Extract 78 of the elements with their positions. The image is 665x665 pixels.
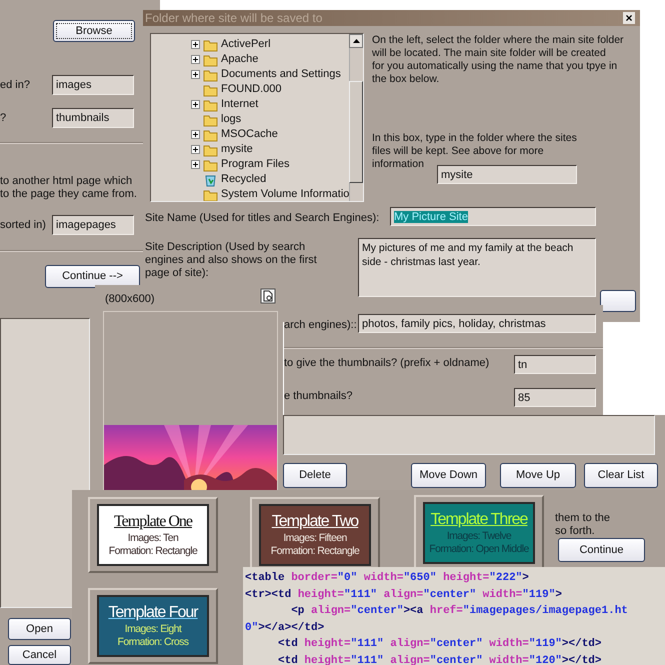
folder-icon — [203, 142, 218, 156]
folder-icon — [203, 82, 218, 96]
tree-item[interactable]: Internet — [191, 97, 258, 112]
template-title: Template Four — [107, 603, 200, 623]
code-line: <table border="0" width="650" height="222"> — [245, 571, 530, 586]
cancel-button[interactable]: Cancel — [8, 645, 71, 665]
file-list[interactable] — [283, 415, 655, 455]
list-button[interactable]: Clear List — [584, 463, 658, 488]
field-label: sorted in) — [0, 219, 46, 232]
text-area[interactable]: My pictures of me and my family at the beach side - christmas last year. — [358, 238, 596, 297]
template-info: Images: Eight — [124, 623, 183, 636]
folder-icon — [203, 128, 218, 142]
template-card[interactable]: Template Two Images: Fifteen Formation: Rectangle — [259, 504, 371, 566]
field-label: arch engines):: — [284, 319, 357, 332]
template-info: Images: Twelve — [446, 530, 512, 543]
tree-item[interactable]: Documents and Settings — [191, 67, 341, 82]
continue-button[interactable]: Continue — [558, 538, 645, 562]
description-text: them to the so forth. — [555, 512, 610, 538]
template-info: Formation: Rectangle — [108, 545, 198, 558]
code-line: <td height="111" align="center" width="119"></td> — [277, 637, 603, 652]
input-field[interactable]: 85 — [514, 388, 596, 407]
input-field[interactable]: photos, family pics, holiday, christmas — [358, 314, 596, 333]
tree-item[interactable]: FOUND.000 — [191, 82, 282, 97]
field-label: to give the thumbnails? (prefix + oldname) — [284, 357, 490, 370]
code-line: <p align="center"><a href="imagepages/imagepage1.ht — [290, 604, 629, 619]
template-info: Images: Ten — [126, 532, 180, 545]
template-title: Template One — [113, 512, 194, 532]
tree-item[interactable]: Program Files — [191, 157, 290, 172]
open-button[interactable]: Open — [8, 618, 71, 640]
description-text: to another html page which to the page they came from. — [0, 175, 137, 201]
input-field[interactable]: tn — [514, 355, 596, 374]
button[interactable] — [600, 290, 636, 312]
input-field[interactable]: imagepages — [52, 215, 134, 235]
template-title: Template Two — [270, 512, 360, 532]
field-label: Site Description (Used by search engines and also shows on the first page of site): — [145, 241, 317, 280]
code-line: <td height="111" align="center" width="120"></td> — [277, 654, 603, 665]
recycle-bin-icon — [203, 172, 218, 186]
close-button[interactable]: × — [623, 12, 635, 24]
help-text: On the left, select the folder where the main site folder will be located. The main site folder will be created for you automatically using the name that you tpye in the box below. — [372, 34, 624, 86]
tree-item[interactable]: Recycled — [191, 172, 266, 187]
tree-item[interactable]: logs — [191, 112, 242, 127]
list-button[interactable]: Delete — [283, 463, 347, 488]
list-button[interactable]: Move Up — [500, 463, 576, 488]
template-info: Images: Fifteen — [282, 532, 348, 545]
field-label: ? — [0, 112, 6, 125]
folder-icon — [203, 52, 218, 66]
tree-item[interactable]: mysite — [191, 142, 253, 157]
template-info: Formation: Rectangle — [270, 545, 360, 558]
field-label: Site Name (Used for titles and Search Engines): — [145, 212, 380, 225]
continue-button[interactable]: Continue --> — [45, 265, 140, 288]
template-info: Formation: Cross — [116, 636, 190, 649]
folder-icon — [203, 112, 218, 126]
tree-item[interactable]: MSOCache — [191, 127, 278, 142]
input-field[interactable]: thumbnails — [52, 108, 134, 128]
code-line: 0"></a></td> — [245, 620, 326, 636]
list-button[interactable]: Move Down — [411, 463, 486, 488]
input-field[interactable]: mysite — [437, 165, 577, 184]
tree-item[interactable]: Apache — [191, 52, 258, 67]
template-card[interactable]: Template Four Images: Eight Formation: Cross — [97, 595, 209, 657]
tree-item[interactable]: System Volume Informatio — [191, 187, 350, 201]
folder-icon — [203, 68, 218, 82]
folder-icon — [203, 188, 218, 201]
browse-button[interactable]: Browse — [53, 20, 135, 42]
folder-icon — [203, 158, 218, 172]
image-size-text: (800x600) — [105, 293, 155, 306]
preview-icon — [260, 288, 276, 304]
field-label: e thumbnails? — [284, 390, 352, 403]
field-label: ed in? — [0, 79, 30, 92]
code-line: <tr><td height="111" align="center" width="119"> — [245, 588, 563, 602]
template-title: Template Three — [430, 510, 529, 530]
folder-icon — [203, 98, 218, 112]
folder-icon — [203, 38, 218, 52]
input-field[interactable]: images — [52, 75, 134, 95]
template-info: Formation: Open Middle — [428, 543, 530, 556]
tree-item[interactable]: ActivePerl — [191, 37, 271, 52]
template-card[interactable]: Template Three Images: Twelve Formation: Open Middle — [423, 502, 535, 564]
scrollbar-thumb[interactable] — [349, 81, 363, 183]
template-card[interactable]: Template One Images: Ten Formation: Rectangle — [97, 504, 209, 566]
